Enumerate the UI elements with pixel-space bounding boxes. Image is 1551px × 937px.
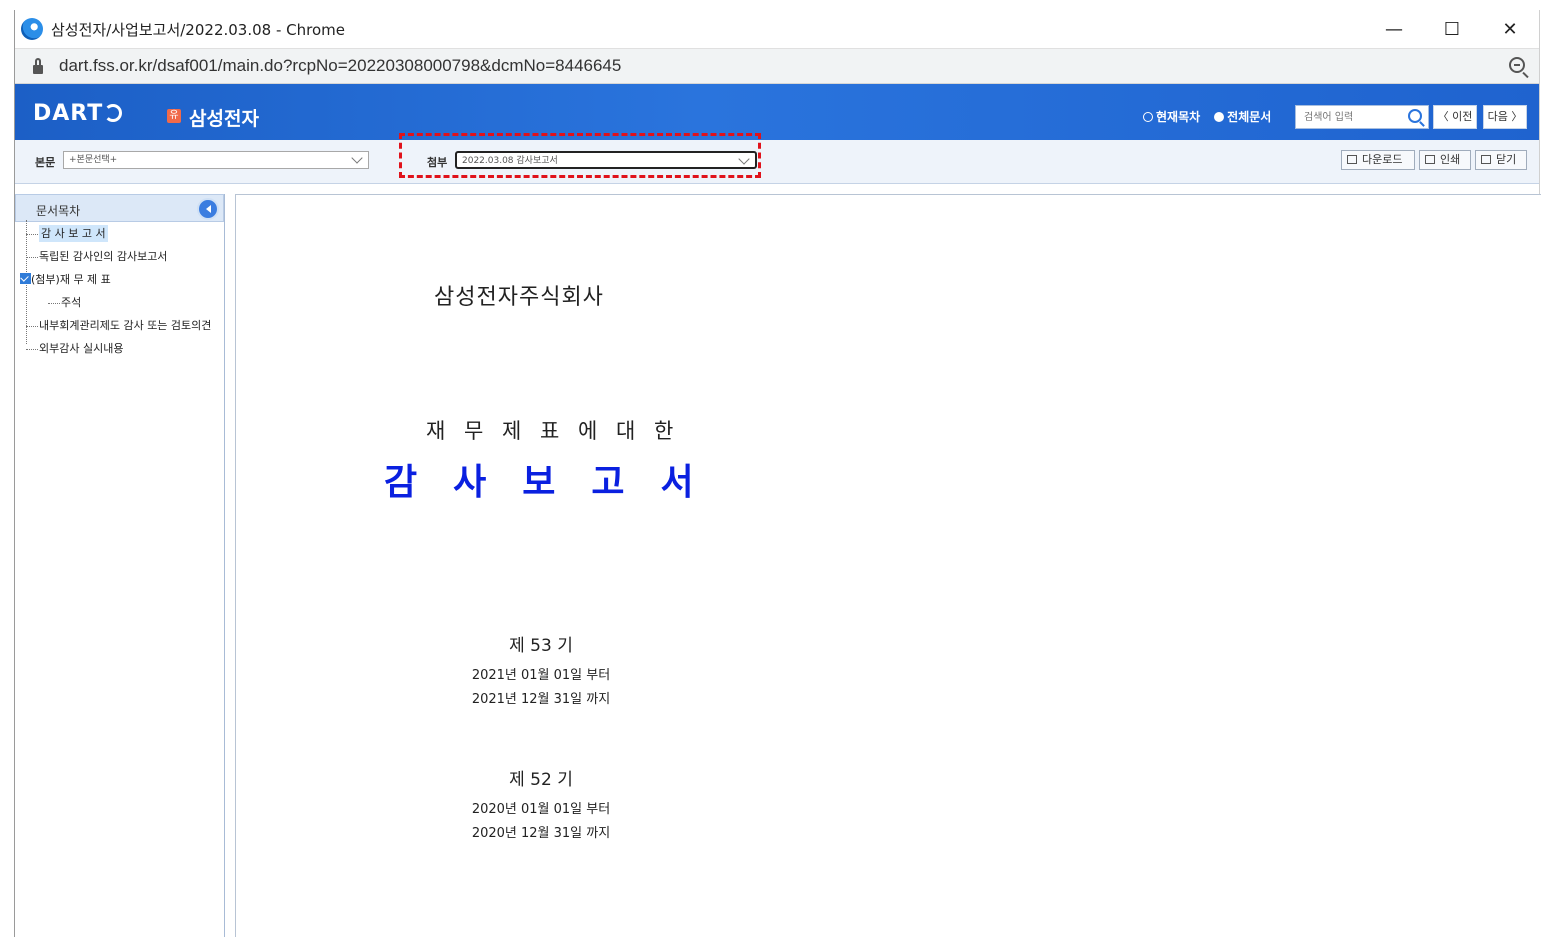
close-label: 닫기 [1496,153,1517,166]
dart-logo-mark-icon [104,104,123,122]
period-term: 제 52 기 [509,770,573,790]
expand-checkbox-icon[interactable] [20,273,31,284]
toc-label: 외부감사 실시내용 [39,342,124,355]
period-term: 제 53 기 [509,636,573,656]
zoom-icon[interactable] [1509,57,1525,73]
period-to: 2021년 12월 31일 까지 [471,692,611,707]
annotation-highlight-box [399,133,761,178]
title-bar: 삼성전자/사업보고서/2022.03.08 - Chrome — ☐ ✕ [15,10,1539,48]
search-input[interactable] [1296,107,1400,127]
maximize-button[interactable]: ☐ [1423,10,1481,48]
next-button[interactable]: 다음 〉 [1483,105,1527,129]
close-doc-icon [1481,155,1491,164]
period-prior: 제 52 기 2020년 01월 01일 부터 2020년 12월 31일 까지 [391,765,691,846]
toc-label: 감 사 보 고 서 [39,225,108,242]
radio-current-toc[interactable] [1143,111,1153,122]
logo-text: DART [33,101,104,126]
download-label: 다운로드 [1362,153,1403,166]
toc-item-financial-statements[interactable]: (첨부)재 무 제 표 [15,268,224,291]
toc-tree: 감 사 보 고 서 독립된 감사인의 감사보고서 (첨부)재 무 제 표 주석 … [15,220,224,360]
document-selector-bar: 본문 +본문선택+ 첨부 2022.03.08 감사보고서 다운로드 인쇄 닫기 [15,140,1539,184]
company-name: 삼성전자 [189,108,259,130]
toc-label: (첨부)재 무 제 표 [31,273,111,286]
main-doc-select[interactable]: +본문선택+ [63,151,369,169]
search-icon[interactable] [1408,109,1422,123]
main-doc-label: 본문 [35,156,56,169]
period-to: 2020년 12월 31일 까지 [471,826,611,841]
download-button[interactable]: 다운로드 [1341,150,1415,170]
toc-header: 문서목차 [15,194,224,222]
printer-icon [1425,155,1435,164]
doc-company-name: 삼성전자주식회사 [434,285,604,310]
minimize-button[interactable]: — [1365,10,1423,48]
close-doc-button[interactable]: 닫기 [1475,150,1527,170]
url-text[interactable]: dart.fss.or.kr/dsaf001/main.do?rcpNo=202… [59,56,621,76]
period-from: 2021년 01월 01일 부터 [471,668,611,683]
print-button[interactable]: 인쇄 [1419,150,1471,170]
search-box [1295,105,1429,129]
toc-sidebar: 문서목차 감 사 보 고 서 독립된 감사인의 감사보고서 (첨부)재 무 제 … [15,194,225,937]
browser-window: 삼성전자/사업보고서/2022.03.08 - Chrome — ☐ ✕ dar… [14,10,1541,937]
main-doc-value: +본문선택+ [69,155,118,165]
toc-item-audit-report[interactable]: 감 사 보 고 서 [15,222,224,245]
dart-header: DART 유 삼성전자 현재목차 전체문서 〈 이전 다음 〉 [15,84,1539,140]
close-window-button[interactable]: ✕ [1481,10,1539,48]
lock-icon[interactable] [33,57,43,74]
doc-subtitle: 재 무 제 표 에 대 한 [426,419,680,443]
search-scope: 현재목차 전체문서 [1143,108,1285,125]
monitor-icon [1347,155,1357,164]
window-title: 삼성전자/사업보고서/2022.03.08 - Chrome [51,20,345,39]
market-badge: 유 [167,109,181,123]
radio-current-label[interactable]: 현재목차 [1156,108,1200,125]
address-bar[interactable]: dart.fss.or.kr/dsaf001/main.do?rcpNo=202… [15,48,1539,84]
toc-title: 문서목차 [36,204,81,218]
doc-title: 감사보고서 [384,461,730,503]
dart-logo[interactable]: DART [33,101,123,126]
period-from: 2020년 01월 01일 부터 [471,802,611,817]
chevron-down-icon [351,152,363,164]
document-viewer: 삼성전자주식회사 재 무 제 표 에 대 한 감사보고서 제 53 기 2021… [235,194,1541,937]
collapse-sidebar-icon[interactable] [197,198,219,220]
toc-label: 독립된 감사인의 감사보고서 [39,250,168,263]
toc-item-internal-control[interactable]: 내부회계관리제도 감사 또는 검토의견 [15,314,224,337]
radio-all-label[interactable]: 전체문서 [1227,108,1271,125]
dart-app-icon [21,18,43,40]
toc-item-independent-auditor[interactable]: 독립된 감사인의 감사보고서 [15,245,224,268]
toc-item-external-audit[interactable]: 외부감사 실시내용 [15,337,224,360]
toc-label: 내부회계관리제도 감사 또는 검토의견 [39,319,212,332]
radio-all-docs[interactable] [1214,111,1225,122]
toc-item-notes[interactable]: 주석 [15,291,224,314]
prev-button[interactable]: 〈 이전 [1433,105,1477,129]
print-label: 인쇄 [1440,153,1461,166]
toc-label: 주석 [61,296,82,309]
period-current: 제 53 기 2021년 01월 01일 부터 2021년 12월 31일 까지 [391,631,691,712]
window-controls: — ☐ ✕ [1365,10,1539,48]
